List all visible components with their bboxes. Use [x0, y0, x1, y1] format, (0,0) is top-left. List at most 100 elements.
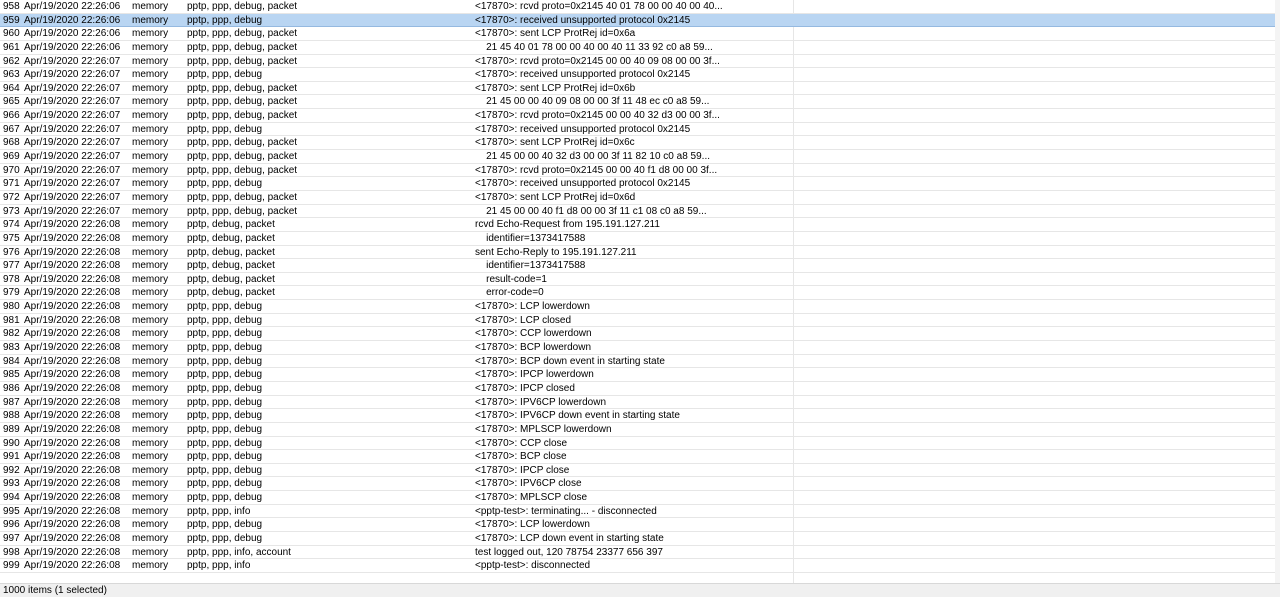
- row-topics: pptp, ppp, debug, packet: [187, 151, 298, 163]
- row-buffer: memory: [132, 28, 169, 40]
- row-number: 963: [3, 69, 20, 81]
- row-topics: pptp, ppp, info: [187, 560, 251, 572]
- row-time: Apr/19/2020 22:26:08: [24, 342, 121, 354]
- row-topics: pptp, ppp, debug, packet: [187, 28, 298, 40]
- row-topics: pptp, ppp, debug: [187, 451, 263, 463]
- log-row[interactable]: 995 Apr/19/2020 22:26:08 memory pptp, ppp, …: [0, 505, 1280, 519]
- log-row[interactable]: 965 Apr/19/2020 22:26:07 memory pptp, ppp, …: [0, 95, 1280, 110]
- row-time: Apr/19/2020 22:26:08: [24, 232, 121, 244]
- row-message: <17870>: LCP lowerdown: [475, 301, 590, 313]
- row-time: Apr/19/2020 22:26:07: [24, 123, 121, 135]
- row-topics: pptp, ppp, debug: [187, 437, 263, 449]
- log-row[interactable]: 984 Apr/19/2020 22:26:08 memory pptp, ppp, …: [0, 355, 1280, 369]
- row-message: <17870>: received unsupported protocol 0…: [475, 14, 691, 26]
- row-number: 975: [3, 232, 20, 244]
- row-topics: pptp, ppp, debug: [187, 464, 263, 476]
- row-buffer: memory: [132, 423, 169, 435]
- row-message: <17870>: CCP close: [475, 437, 568, 449]
- log-row[interactable]: 994 Apr/19/2020 22:26:08 memory pptp, ppp, …: [0, 491, 1280, 505]
- row-time: Apr/19/2020 22:26:07: [24, 82, 121, 94]
- log-row[interactable]: 970 Apr/19/2020 22:26:07 memory pptp, ppp, …: [0, 164, 1280, 178]
- log-row[interactable]: 963 Apr/19/2020 22:26:07 memory pptp, ppp, …: [0, 68, 1280, 82]
- row-topics: pptp, ppp, debug: [187, 396, 263, 408]
- log-row[interactable]: 987 Apr/19/2020 22:26:08 memory pptp, ppp, …: [0, 396, 1280, 410]
- log-row[interactable]: 959 Apr/19/2020 22:26:06 memory pptp, ppp, …: [0, 13, 1280, 28]
- log-row[interactable]: 969 Apr/19/2020 22:26:07 memory pptp, ppp, …: [0, 150, 1280, 164]
- row-number: 982: [3, 328, 20, 340]
- log-row[interactable]: 996 Apr/19/2020 22:26:08 memory pptp, ppp, …: [0, 518, 1280, 532]
- log-row[interactable]: 974 Apr/19/2020 22:26:08 memory pptp, debug…: [0, 218, 1280, 232]
- log-row[interactable]: 982 Apr/19/2020 22:26:08 memory pptp, ppp, …: [0, 327, 1280, 342]
- log-row[interactable]: 998 Apr/19/2020 22:26:08 memory pptp, ppp, …: [0, 546, 1280, 560]
- row-number: 989: [3, 423, 20, 435]
- row-topics: pptp, ppp, debug: [187, 14, 263, 26]
- row-message: 21 45 40 01 78 00 00 40 00 40 11 33 92 c…: [475, 41, 713, 53]
- row-buffer: memory: [132, 382, 169, 394]
- row-time: Apr/19/2020 22:26:08: [24, 355, 121, 367]
- row-time: Apr/19/2020 22:26:08: [24, 396, 121, 408]
- row-buffer: memory: [132, 123, 169, 135]
- row-number: 972: [3, 191, 20, 203]
- row-number: 971: [3, 178, 20, 190]
- row-number: 977: [3, 260, 20, 272]
- log-row[interactable]: 976 Apr/19/2020 22:26:08 memory pptp, debug…: [0, 246, 1280, 260]
- log-row[interactable]: 977 Apr/19/2020 22:26:08 memory pptp, debug…: [0, 259, 1280, 273]
- log-row[interactable]: 990 Apr/19/2020 22:26:08 memory pptp, ppp, …: [0, 437, 1280, 451]
- log-row[interactable]: 961 Apr/19/2020 22:26:06 memory pptp, ppp, …: [0, 41, 1280, 55]
- log-row[interactable]: 985 Apr/19/2020 22:26:08 memory pptp, ppp, …: [0, 368, 1280, 382]
- log-row[interactable]: 991 Apr/19/2020 22:26:08 memory pptp, ppp, …: [0, 450, 1280, 464]
- log-row[interactable]: 964 Apr/19/2020 22:26:07 memory pptp, ppp, …: [0, 82, 1280, 96]
- log-row[interactable]: 966 Apr/19/2020 22:26:07 memory pptp, ppp, …: [0, 109, 1280, 123]
- log-row[interactable]: 992 Apr/19/2020 22:26:08 memory pptp, ppp, …: [0, 464, 1280, 478]
- row-topics: pptp, ppp, debug: [187, 328, 263, 340]
- log-row[interactable]: 988 Apr/19/2020 22:26:08 memory pptp, ppp, …: [0, 409, 1280, 423]
- row-number: 987: [3, 396, 20, 408]
- row-number: 962: [3, 55, 20, 67]
- log-row[interactable]: 971 Apr/19/2020 22:26:07 memory pptp, ppp, …: [0, 177, 1280, 191]
- log-row[interactable]: 973 Apr/19/2020 22:26:07 memory pptp, ppp, …: [0, 205, 1280, 219]
- row-topics: pptp, debug, packet: [187, 260, 275, 272]
- log-row[interactable]: 983 Apr/19/2020 22:26:08 memory pptp, ppp, …: [0, 341, 1280, 355]
- row-message: <17870>: received unsupported protocol 0…: [475, 123, 691, 135]
- row-time: Apr/19/2020 22:26:07: [24, 55, 121, 67]
- row-topics: pptp, ppp, debug: [187, 301, 263, 313]
- row-topics: pptp, ppp, debug: [187, 69, 263, 81]
- scrollbar-gutter[interactable]: [1275, 0, 1280, 583]
- row-topics: pptp, ppp, debug, packet: [187, 55, 298, 67]
- row-topics: pptp, ppp, debug, packet: [187, 110, 298, 122]
- row-time: Apr/19/2020 22:26:08: [24, 451, 121, 463]
- row-message: <17870>: sent LCP ProtRej id=0x6d: [475, 191, 636, 203]
- log-row[interactable]: 981 Apr/19/2020 22:26:08 memory pptp, ppp, …: [0, 314, 1280, 328]
- log-row[interactable]: 958 Apr/19/2020 22:26:06 memory pptp, ppp, …: [0, 0, 1280, 14]
- row-time: Apr/19/2020 22:26:08: [24, 369, 121, 381]
- row-buffer: memory: [132, 560, 169, 572]
- log-row[interactable]: 979 Apr/19/2020 22:26:08 memory pptp, debug…: [0, 286, 1280, 301]
- row-topics: pptp, ppp, debug, packet: [187, 205, 298, 217]
- log-rows: 958 Apr/19/2020 22:26:06 memory pptp, ppp, …: [0, 0, 1280, 573]
- log-row[interactable]: 968 Apr/19/2020 22:26:07 memory pptp, ppp, …: [0, 136, 1280, 151]
- log-row[interactable]: 993 Apr/19/2020 22:26:08 memory pptp, ppp, …: [0, 477, 1280, 492]
- log-row[interactable]: 980 Apr/19/2020 22:26:08 memory pptp, ppp, …: [0, 300, 1280, 314]
- log-row[interactable]: 967 Apr/19/2020 22:26:07 memory pptp, ppp, …: [0, 123, 1280, 137]
- row-number: 984: [3, 355, 20, 367]
- row-number: 998: [3, 546, 20, 558]
- log-row[interactable]: 962 Apr/19/2020 22:26:07 memory pptp, ppp, …: [0, 55, 1280, 69]
- log-row[interactable]: 972 Apr/19/2020 22:26:07 memory pptp, ppp, …: [0, 191, 1280, 205]
- log-row[interactable]: 975 Apr/19/2020 22:26:08 memory pptp, debug…: [0, 232, 1280, 246]
- log-row[interactable]: 986 Apr/19/2020 22:26:08 memory pptp, ppp, …: [0, 382, 1280, 396]
- row-number: 978: [3, 273, 20, 285]
- row-number: 979: [3, 287, 20, 299]
- row-buffer: memory: [132, 314, 169, 326]
- row-number: 969: [3, 151, 20, 163]
- log-row[interactable]: 997 Apr/19/2020 22:26:08 memory pptp, ppp, …: [0, 532, 1280, 546]
- row-time: Apr/19/2020 22:26:08: [24, 246, 121, 258]
- row-buffer: memory: [132, 205, 169, 217]
- log-row[interactable]: 999 Apr/19/2020 22:26:08 memory pptp, ppp, …: [0, 559, 1280, 573]
- log-row[interactable]: 978 Apr/19/2020 22:26:08 memory pptp, debug…: [0, 273, 1280, 287]
- status-text: 1000 items (1 selected): [3, 585, 107, 596]
- log-table[interactable]: 958 Apr/19/2020 22:26:06 memory pptp, ppp, …: [0, 0, 1280, 583]
- row-number: 961: [3, 41, 20, 53]
- log-row[interactable]: 960 Apr/19/2020 22:26:06 memory pptp, ppp, …: [0, 27, 1280, 41]
- row-time: Apr/19/2020 22:26:07: [24, 191, 121, 203]
- log-row[interactable]: 989 Apr/19/2020 22:26:08 memory pptp, ppp, …: [0, 423, 1280, 437]
